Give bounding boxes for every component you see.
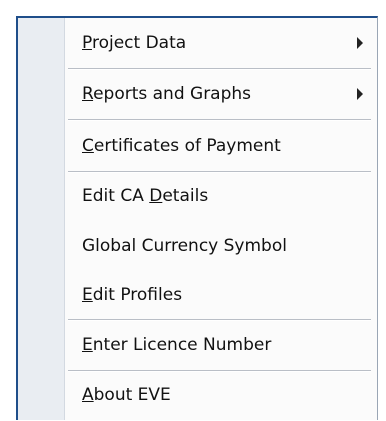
menu-item-label: Global Currency Symbol — [82, 236, 287, 256]
menu-item-certificates-of-payment[interactable]: Certificates of Payment — [64, 121, 377, 171]
menu-item-edit-profiles[interactable]: Edit Profiles — [64, 270, 377, 320]
menu-item-label: About EVE — [82, 385, 171, 405]
menu-item-label: Edit CA Details — [82, 186, 209, 206]
context-menu: Project Data Reports and Graphs Certific… — [16, 16, 378, 420]
menu-item-label: Enter Licence Number — [82, 335, 272, 355]
menu-item-label: Reports and Graphs — [82, 84, 252, 104]
menu-item-enter-licence-number[interactable]: Enter Licence Number — [64, 320, 377, 370]
menu-item-label: Project Data — [82, 33, 187, 53]
menu-item-project-data[interactable]: Project Data — [64, 18, 377, 68]
menu-item-about-eve[interactable]: About EVE — [64, 370, 377, 420]
menu-item-edit-ca-details[interactable]: Edit CA Details — [64, 171, 377, 221]
menu-item-label: Edit Profiles — [82, 285, 183, 305]
menu-item-global-currency-symbol[interactable]: Global Currency Symbol — [64, 221, 377, 271]
menu-item-label: Certificates of Payment — [82, 136, 281, 156]
menu-icon-gutter — [18, 18, 65, 420]
chevron-right-icon — [357, 37, 363, 49]
menu-item-reports-and-graphs[interactable]: Reports and Graphs — [64, 69, 377, 119]
chevron-right-icon — [357, 88, 363, 100]
